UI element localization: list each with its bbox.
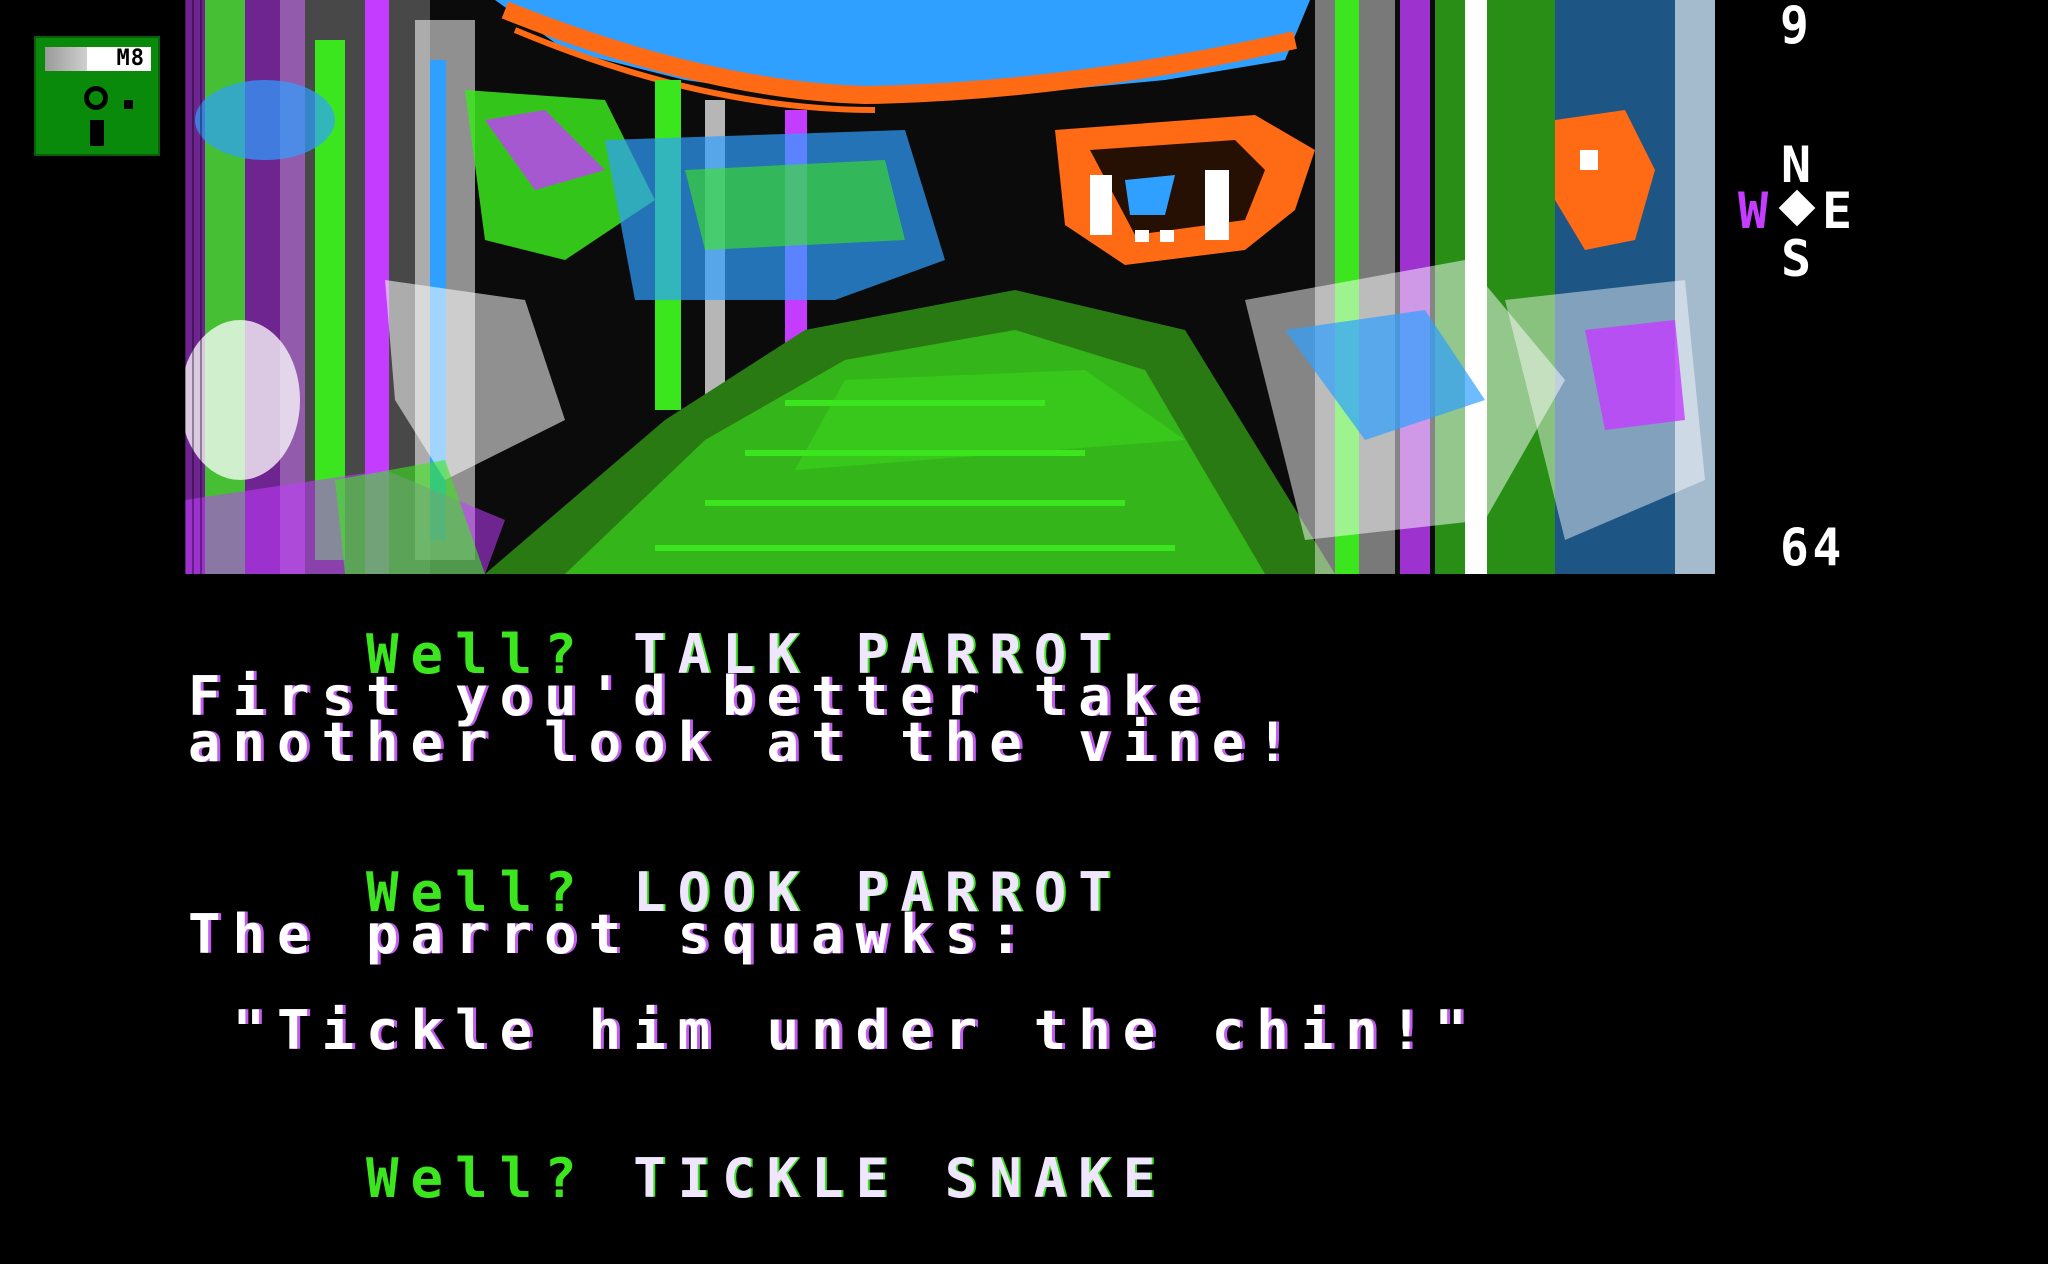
distant-foliage-green xyxy=(685,160,905,250)
disk-drive-indicator: M8 xyxy=(34,36,160,156)
snake-tooth xyxy=(1160,230,1174,242)
compass-north: N xyxy=(1781,136,1812,194)
disk-slot xyxy=(90,120,104,146)
disk-label-text: M8 xyxy=(116,46,145,71)
compass-east: E xyxy=(1822,182,1853,240)
turn-counter: 9 xyxy=(1780,0,1813,56)
compass-hub xyxy=(1778,189,1816,227)
scene-canvas xyxy=(185,0,1715,574)
game-transcript: Well? TALK PARROT First you'd better tak… xyxy=(188,574,1708,1206)
command-text: TICKLE SNAKE xyxy=(633,1147,1168,1210)
disk-activity-dot xyxy=(124,100,133,109)
compass-west: W xyxy=(1738,182,1769,240)
snake-fang-left xyxy=(1090,175,1112,235)
command-prompt: Well? xyxy=(366,1147,589,1210)
foliage-left xyxy=(185,320,300,480)
transcript-response-line: The parrot squawks: xyxy=(188,903,1034,966)
score-counter: 64 xyxy=(1780,518,1845,578)
snake-tooth xyxy=(1135,230,1149,242)
jungle-clearing-illustration xyxy=(185,0,1715,574)
disk-label: M8 xyxy=(45,47,151,71)
snake-fang-right xyxy=(1205,170,1229,240)
parrot-eye xyxy=(1580,150,1598,170)
transcript-response-line: another look at the vine! xyxy=(188,711,1301,774)
disk-label-stripe xyxy=(45,47,87,71)
compass-south: S xyxy=(1781,230,1812,288)
transcript-command-line: Well? TICKLE SNAKE xyxy=(188,1098,1167,1260)
foliage-left-top xyxy=(195,80,335,160)
transcript-response-line: "Tickle him under the chin!" xyxy=(188,999,1479,1062)
floppy-disk-icon xyxy=(84,86,108,110)
